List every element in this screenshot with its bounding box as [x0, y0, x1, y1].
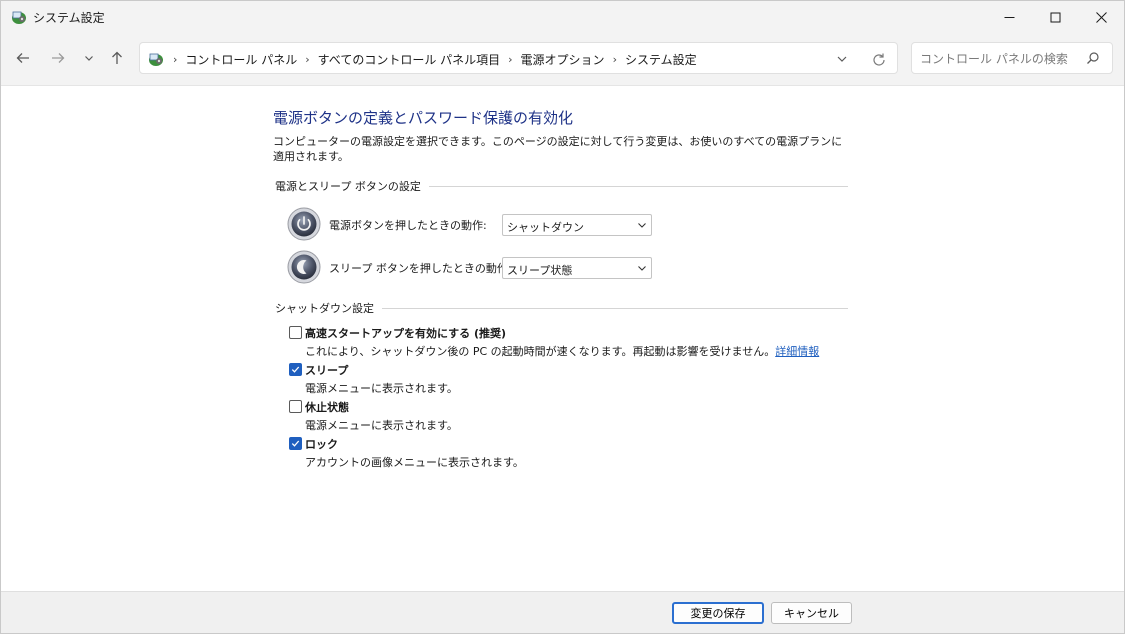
- chevron-right-icon[interactable]: ›: [613, 53, 617, 66]
- breadcrumb: › コントロール パネル › すべてのコントロール パネル項目 › 電源オプショ…: [173, 51, 697, 68]
- learn-more-link[interactable]: 詳細情報: [775, 345, 819, 358]
- page-title: 電源ボタンの定義とパスワード保護の有効化: [273, 109, 574, 127]
- hibernate-checkbox[interactable]: [289, 400, 302, 413]
- divider: [382, 307, 848, 309]
- main-content: 電源ボタンの定義とパスワード保護の有効化 コンピューターの電源設定を選択できます…: [1, 86, 1124, 591]
- group-header-label: シャットダウン設定: [275, 302, 374, 315]
- search-input[interactable]: [918, 49, 1082, 69]
- shutdown-settings-group-header: シャットダウン設定: [275, 300, 848, 316]
- sleep-icon: [287, 250, 321, 284]
- fast-startup-description: これにより、シャットダウン後の PC の起動時間が速くなります。再起動は影響を受…: [305, 343, 819, 359]
- minimize-icon: [1004, 16, 1014, 18]
- chevron-down-icon: [85, 56, 93, 61]
- sleep-button-action-select[interactable]: スリープ状態: [502, 257, 652, 279]
- chevron-right-icon[interactable]: ›: [173, 53, 177, 66]
- checkmark-icon: [291, 366, 300, 373]
- sleep-checkbox[interactable]: [289, 363, 302, 376]
- sleep-label[interactable]: スリープ: [305, 362, 348, 378]
- breadcrumb-item-power-options[interactable]: 電源オプション: [521, 51, 605, 68]
- address-bar[interactable]: › コントロール パネル › すべてのコントロール パネル項目 › 電源オプショ…: [139, 42, 898, 74]
- control-panel-icon: [149, 53, 163, 66]
- power-button-action-select[interactable]: シャットダウン: [502, 214, 652, 236]
- power-buttons-group-header: 電源とスリープ ボタンの設定: [275, 178, 848, 194]
- back-arrow-icon: [16, 53, 29, 63]
- sleep-button-setting-row: スリープ ボタンを押したときの動作: スリープ状態: [287, 250, 657, 284]
- checkmark-icon: [291, 440, 300, 447]
- sleep-description: 電源メニューに表示されます。: [305, 382, 458, 395]
- close-button[interactable]: [1078, 1, 1124, 33]
- hibernate-label[interactable]: 休止状態: [305, 399, 349, 415]
- breadcrumb-item-system-settings[interactable]: システム設定: [625, 51, 697, 68]
- select-value: シャットダウン: [507, 221, 584, 234]
- page-description: コンピューターの電源設定を選択できます。このページの設定に対して行う変更は、お使…: [273, 135, 843, 163]
- breadcrumb-item-control-panel[interactable]: コントロール パネル: [185, 51, 297, 68]
- chevron-down-icon: [638, 266, 646, 271]
- minimize-button[interactable]: [986, 1, 1032, 33]
- forward-arrow-icon: [52, 53, 65, 63]
- power-button-setting-row: 電源ボタンを押したときの動作: シャットダウン: [287, 207, 657, 241]
- cancel-button[interactable]: キャンセル: [771, 602, 852, 624]
- refresh-icon[interactable]: [871, 52, 887, 68]
- fast-startup-label[interactable]: 高速スタートアップを有効にする (推奨): [305, 325, 506, 341]
- hibernate-description: 電源メニューに表示されます。: [305, 419, 458, 432]
- maximize-icon: [1050, 12, 1060, 22]
- sleep-button-action-label: スリープ ボタンを押したときの動作:: [329, 262, 512, 275]
- power-icon: [287, 207, 321, 241]
- chevron-down-icon: [638, 223, 646, 228]
- window-title: システム設定: [33, 11, 105, 25]
- control-panel-icon: [12, 11, 26, 24]
- breadcrumb-item-all-items[interactable]: すべてのコントロール パネル項目: [318, 51, 501, 68]
- maximize-button[interactable]: [1032, 1, 1078, 33]
- lock-checkbox[interactable]: [289, 437, 302, 450]
- select-value: スリープ状態: [507, 264, 573, 277]
- back-button[interactable]: [12, 47, 34, 69]
- recent-locations-button[interactable]: [78, 47, 100, 69]
- fast-startup-checkbox[interactable]: [289, 326, 302, 339]
- search-icon[interactable]: [1086, 51, 1100, 65]
- divider: [428, 185, 848, 187]
- close-icon: [1095, 11, 1107, 23]
- chevron-right-icon[interactable]: ›: [508, 53, 512, 66]
- option-description-text: これにより、シャットダウン後の PC の起動時間が速くなります。再起動は影響を受…: [305, 345, 776, 358]
- footer-bar: 変更の保存 キャンセル: [1, 591, 1124, 633]
- chevron-down-icon[interactable]: [835, 52, 849, 66]
- chevron-right-icon[interactable]: ›: [305, 53, 309, 66]
- group-header-label: 電源とスリープ ボタンの設定: [275, 180, 421, 193]
- search-box[interactable]: [911, 42, 1113, 74]
- up-arrow-icon: [112, 51, 122, 64]
- forward-button[interactable]: [47, 47, 69, 69]
- window: システム設定 › コントロール パネル › すべてのコントロール パネル項目 ›…: [0, 0, 1125, 634]
- up-button[interactable]: [106, 47, 128, 69]
- title-bar: システム設定: [1, 1, 1124, 33]
- save-changes-button[interactable]: 変更の保存: [672, 602, 764, 624]
- power-button-action-label: 電源ボタンを押したときの動作:: [329, 219, 487, 232]
- navigation-bar: › コントロール パネル › すべてのコントロール パネル項目 › 電源オプショ…: [1, 33, 1124, 86]
- lock-label[interactable]: ロック: [305, 436, 338, 452]
- lock-description: アカウントの画像メニューに表示されます。: [305, 456, 524, 469]
